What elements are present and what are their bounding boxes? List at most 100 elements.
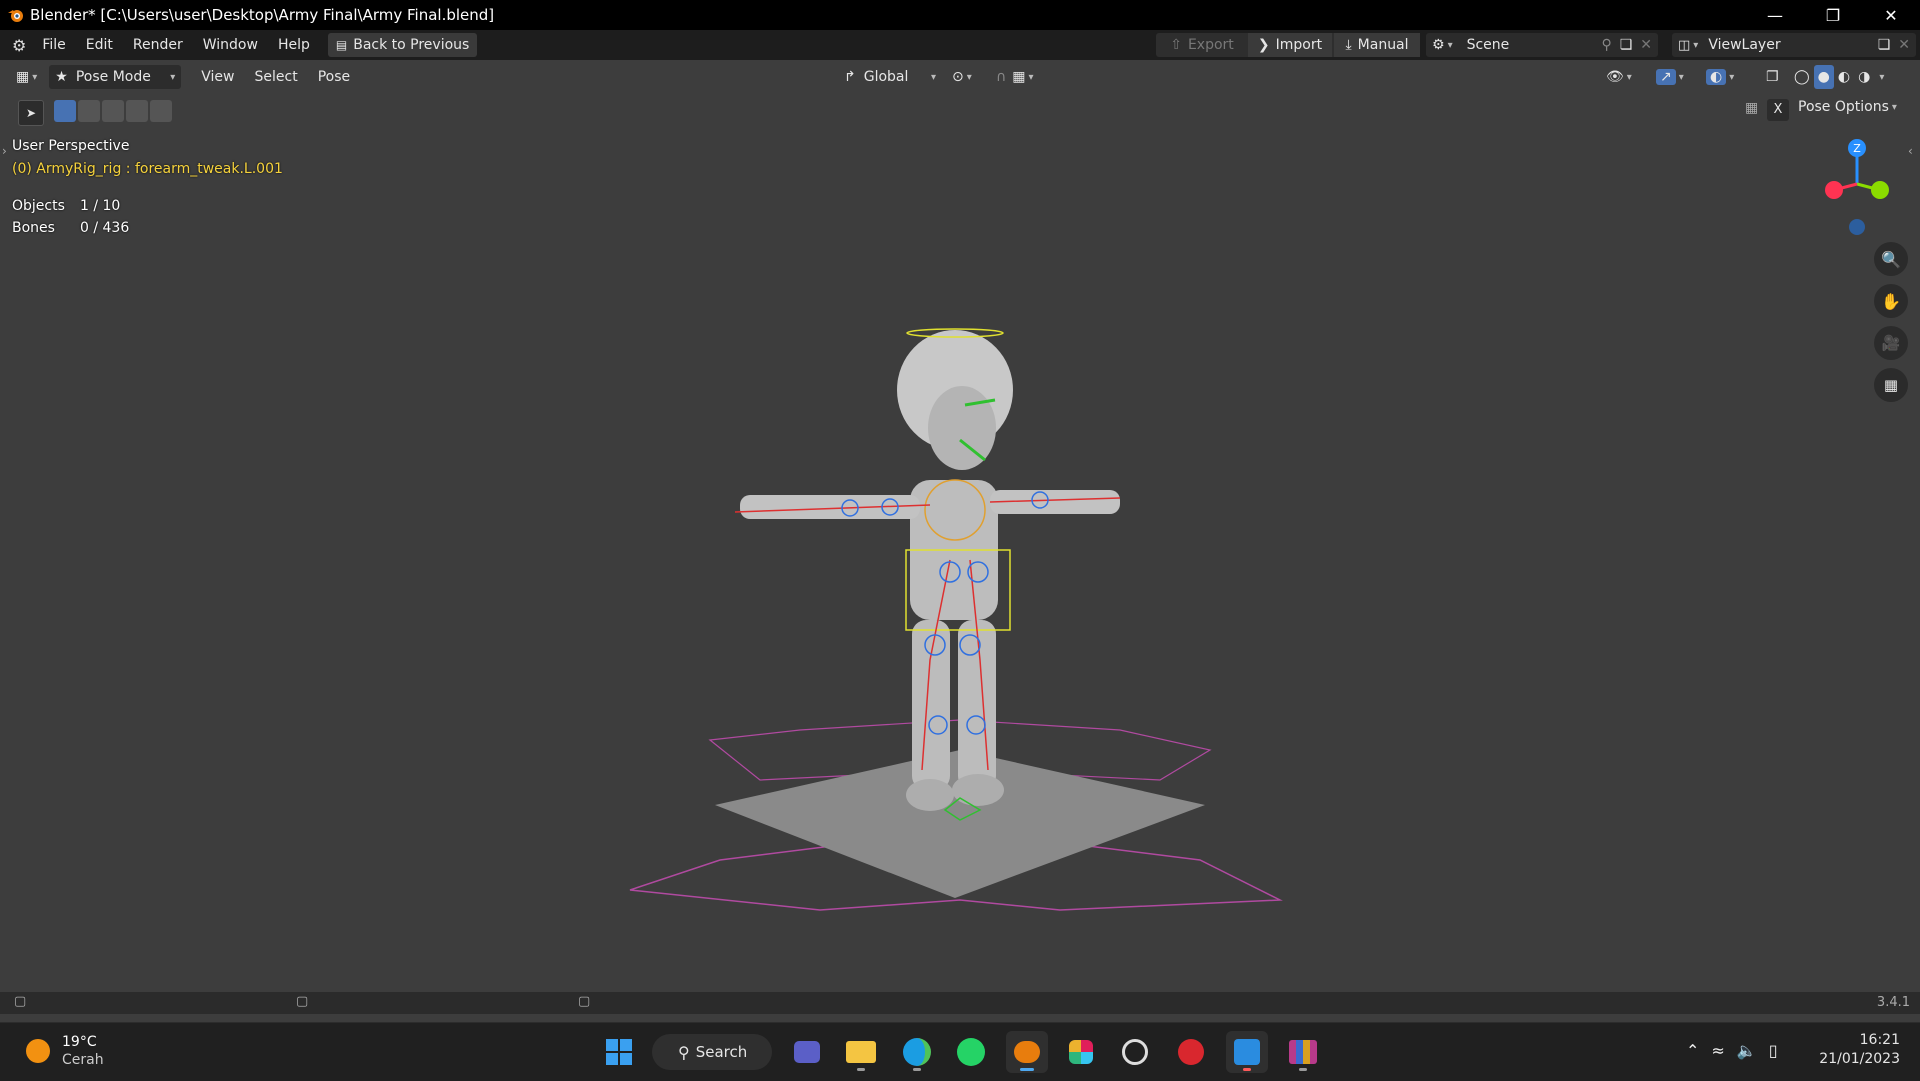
toolbar-toggle-icon[interactable]: › (2, 144, 7, 158)
new-viewlayer-icon[interactable]: ❏ (1878, 37, 1891, 53)
pin-icon[interactable]: ⚲ (1601, 37, 1611, 53)
edge-app[interactable] (896, 1031, 938, 1073)
export-label: Export (1187, 37, 1234, 53)
tray-overflow-icon[interactable]: ⌃ (1686, 1041, 1699, 1060)
back-to-previous-label: Back to Previous (353, 37, 470, 53)
pivot-point-button[interactable]: ⊙ ▾ (946, 65, 978, 89)
mouse-right-icon: ▢ (578, 994, 591, 1009)
import-label: Import (1275, 37, 1323, 53)
rendered-shading-button[interactable]: ◑ (1854, 65, 1874, 89)
import-button[interactable]: ❯ Import (1248, 33, 1332, 57)
visibility-button[interactable]: 👁 ▾ (1600, 65, 1638, 89)
select-extend-icon[interactable] (78, 100, 100, 122)
viewport-menu-view[interactable]: View (191, 69, 244, 85)
manual-button[interactable]: ⤓ Manual (1334, 33, 1420, 57)
remove-scene-icon[interactable]: ✕ (1640, 37, 1652, 53)
select-invert-icon[interactable] (126, 100, 148, 122)
slack-app[interactable] (1060, 1031, 1102, 1073)
material-shading-button[interactable]: ◐ (1834, 65, 1854, 89)
gizmo-icon: ↗ (1656, 69, 1676, 85)
zoom-icon: 🔍 (1881, 249, 1901, 269)
back-icon: ▤ (335, 38, 348, 52)
edge-icon (903, 1038, 931, 1066)
transform-orientation[interactable]: ↱ Global ▾ (838, 65, 942, 89)
restore-button[interactable]: ❐ (1804, 0, 1862, 30)
clock[interactable]: 16:21 21/01/2023 (1814, 1031, 1900, 1069)
mode-label: Pose Mode (75, 69, 151, 85)
mirror-options-icon[interactable]: ▦ (1745, 100, 1758, 116)
photos-app[interactable] (1226, 1031, 1268, 1073)
menu-window[interactable]: Window (193, 37, 268, 53)
sidebar-toggle-icon[interactable]: ‹ (1908, 144, 1913, 158)
battery-icon[interactable]: ▯ (1769, 1041, 1778, 1060)
grid-icon: ▦ (1883, 376, 1899, 394)
mouse-left-icon: ▢ (14, 994, 27, 1009)
blender-menu-icon[interactable]: ⚙ (12, 36, 26, 55)
snap-button[interactable]: ∩ ▦ ▾ (990, 65, 1040, 89)
menu-help[interactable]: Help (268, 37, 320, 53)
scene-name[interactable]: Scene (1467, 37, 1602, 53)
camera-view-button[interactable]: 🎥 (1874, 326, 1908, 360)
magnet-icon: ∩ (996, 69, 1007, 85)
snap-grid-icon: ▦ (1012, 69, 1026, 85)
viewport-menu-select[interactable]: Select (245, 69, 308, 85)
steam-icon (1122, 1039, 1148, 1065)
restore-icon: ❐ (1825, 5, 1841, 25)
select-intersect-icon[interactable] (150, 100, 172, 122)
shading-options-button[interactable]: ▾ (1874, 65, 1886, 89)
menu-file[interactable]: File (32, 37, 75, 53)
export-button[interactable]: ⇧ Export (1156, 33, 1248, 57)
sketchup-app[interactable] (1170, 1031, 1212, 1073)
scene-icon[interactable]: ⚙ (1432, 37, 1445, 53)
overlays-toggle[interactable]: ◐ ▾ (1700, 65, 1740, 89)
volume-icon[interactable]: 🔈 (1737, 1041, 1757, 1060)
steam-app[interactable] (1114, 1031, 1156, 1073)
wifi-icon[interactable]: ≈ (1711, 1041, 1724, 1060)
whatsapp-app[interactable] (950, 1031, 992, 1073)
select-new-icon[interactable] (54, 100, 76, 122)
weather-widget[interactable]: 19°C Cerah (26, 1033, 104, 1069)
orientation-icon: ↱ (844, 69, 856, 85)
viewport-menu-pose[interactable]: Pose (308, 69, 360, 85)
solid-icon: ● (1817, 69, 1830, 85)
start-button[interactable] (598, 1031, 640, 1073)
pan-button[interactable]: ✋ (1874, 284, 1908, 318)
close-button[interactable]: ✕ (1862, 0, 1920, 30)
perspective-toggle-button[interactable]: ▦ (1874, 368, 1908, 402)
blender-app[interactable] (1006, 1031, 1048, 1073)
menu-render[interactable]: Render (123, 37, 193, 53)
search-icon: ⚲ (678, 1042, 690, 1062)
select-subtract-icon[interactable] (102, 100, 124, 122)
xray-toggle[interactable]: ❐ (1760, 65, 1785, 89)
zoom-button[interactable]: 🔍 (1874, 242, 1908, 276)
wireframe-shading-button[interactable]: ◯ (1790, 65, 1814, 89)
gizmo-toggle[interactable]: ↗ ▾ (1650, 65, 1690, 89)
remove-viewlayer-icon[interactable]: ✕ (1898, 37, 1910, 53)
solid-shading-button[interactable]: ● (1813, 65, 1834, 89)
objects-stat-label: Objects (12, 198, 65, 214)
archive-icon (1289, 1040, 1317, 1064)
viewlayer-icon[interactable]: ◫ (1678, 38, 1690, 53)
x-axis-toggle[interactable]: X (1767, 99, 1789, 121)
viewlayer-name[interactable]: ViewLayer (1708, 37, 1877, 53)
mode-selector[interactable]: ★ Pose Mode ▾ (49, 65, 182, 89)
teams-app[interactable] (786, 1031, 828, 1073)
objects-stat-value: 1 / 10 (80, 198, 121, 214)
blender-logo-icon (8, 10, 23, 22)
viewport-scene[interactable] (600, 300, 1320, 920)
minimize-button[interactable]: — (1746, 0, 1804, 30)
editor-type-button[interactable]: ▦ ▾ (10, 65, 43, 89)
navigation-gizmo[interactable]: Z (1810, 136, 1910, 236)
taskbar-search[interactable]: ⚲ Search (652, 1034, 772, 1070)
menu-edit[interactable]: Edit (76, 37, 123, 53)
pose-options-dropdown[interactable]: Pose Options ▾ (1798, 99, 1897, 115)
search-label: Search (695, 1043, 748, 1061)
file-explorer-app[interactable] (840, 1031, 882, 1073)
eye-icon: 👁 (1606, 69, 1624, 85)
new-scene-icon[interactable]: ❏ (1620, 37, 1633, 53)
back-to-previous-button[interactable]: ▤ Back to Previous (327, 33, 478, 57)
import-icon: ❯ (1257, 37, 1270, 53)
winrar-app[interactable] (1282, 1031, 1324, 1073)
select-tool-icon[interactable]: ➤ (18, 100, 44, 126)
character-model (740, 330, 1120, 811)
